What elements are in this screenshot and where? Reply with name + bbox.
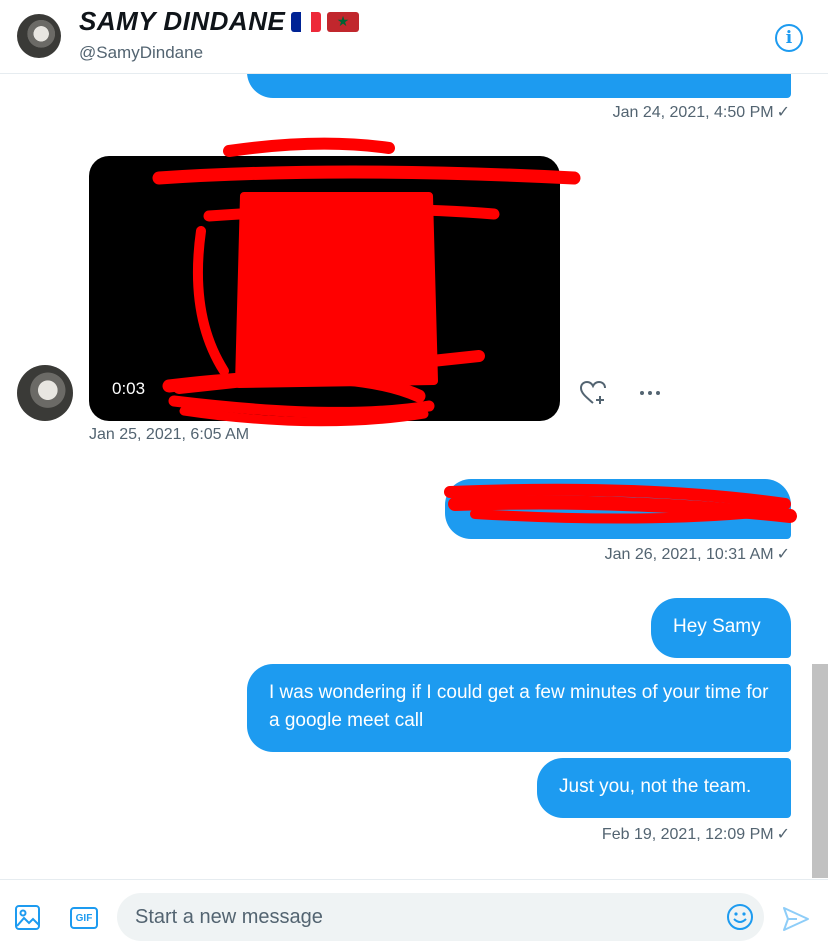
- avatar[interactable]: [17, 14, 61, 58]
- message-input-container: [117, 893, 764, 941]
- image-icon[interactable]: [14, 904, 41, 931]
- contact-handle[interactable]: @SamyDindane: [79, 43, 203, 63]
- seen-check-icon: ✓: [776, 546, 790, 563]
- seen-check-icon: ✓: [776, 826, 790, 843]
- video-message[interactable]: 0:03: [89, 137, 581, 427]
- france-flag-icon: [291, 11, 322, 32]
- message-timestamp: Feb 19, 2021, 12:09 PM ✓: [601, 826, 790, 843]
- message-bubble[interactable]: Hey Samy: [651, 598, 791, 658]
- seen-check-icon: ✓: [776, 104, 790, 121]
- emoji-icon[interactable]: [726, 903, 754, 931]
- message-timestamp: Jan 26, 2021, 10:31 AM ✓: [604, 546, 790, 563]
- scrollbar-thumb[interactable]: [812, 664, 828, 878]
- morocco-flag-icon: ★: [327, 11, 360, 32]
- contact-name[interactable]: SAMY DINDANE ★: [79, 6, 360, 37]
- message-text: I was wondering if I could get a few min…: [269, 682, 769, 731]
- message-text: Just you, not the team.: [559, 776, 752, 797]
- info-icon[interactable]: i: [775, 24, 803, 52]
- redaction-scribble: [444, 483, 797, 524]
- message-text: Hey Samy: [673, 616, 761, 637]
- redaction-scribble: [152, 137, 581, 427]
- message-composer: GIF: [0, 879, 828, 950]
- message-bubble[interactable]: I was wondering if I could get a few min…: [247, 664, 791, 752]
- message-bubble-redacted[interactable]: [444, 479, 797, 539]
- sender-avatar[interactable]: [17, 365, 73, 421]
- video-duration: 0:03: [112, 379, 146, 398]
- more-options-icon[interactable]: [635, 378, 665, 408]
- gif-icon[interactable]: GIF: [70, 907, 98, 929]
- message-bubble[interactable]: Just you, not the team.: [537, 758, 791, 818]
- message-timestamp: Jan 24, 2021, 4:50 PM ✓: [612, 104, 790, 121]
- contact-name-text: SAMY DINDANE: [79, 6, 286, 36]
- message-input[interactable]: [135, 893, 715, 941]
- add-reaction-icon[interactable]: [578, 378, 608, 408]
- message-timestamp: Jan 25, 2021, 6:05 AM: [89, 426, 250, 443]
- send-icon[interactable]: [781, 904, 811, 934]
- conversation-header: SAMY DINDANE ★ @SamyDindane i: [0, 0, 828, 74]
